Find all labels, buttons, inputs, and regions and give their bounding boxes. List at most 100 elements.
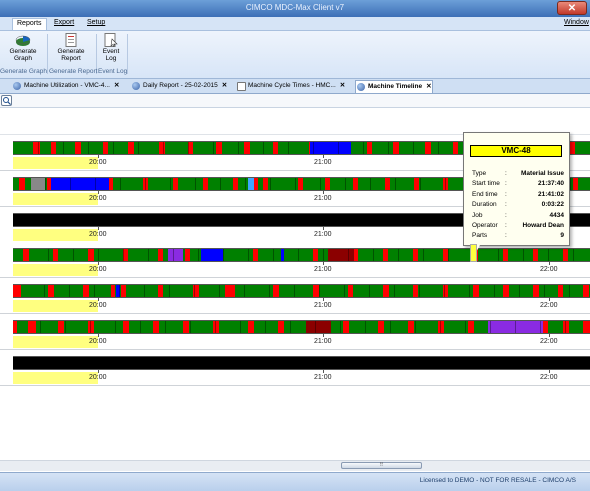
timeline-segment[interactable] [414, 177, 419, 190]
timeline-bar[interactable] [13, 248, 590, 263]
timeline-segment[interactable] [438, 321, 444, 333]
close-tab-icon[interactable]: ✕ [426, 83, 431, 90]
timeline-segment[interactable] [503, 249, 508, 262]
timeline-bar[interactable] [13, 355, 590, 370]
timeline-segment[interactable] [343, 321, 349, 333]
timeline-segment[interactable] [248, 321, 254, 333]
timeline-segment[interactable] [159, 142, 165, 154]
close-tab-icon[interactable]: ✕ [222, 82, 227, 89]
timeline-segment[interactable] [244, 142, 250, 154]
timeline-segment[interactable] [273, 142, 278, 154]
timeline-segment[interactable] [13, 321, 17, 333]
timeline-segment[interactable] [468, 321, 474, 333]
timeline-segment[interactable] [328, 249, 354, 262]
timeline-segment[interactable] [51, 177, 109, 190]
timeline-segment[interactable] [563, 321, 569, 333]
close-tab-icon[interactable]: ✕ [340, 82, 345, 89]
timeline-segment[interactable] [278, 321, 284, 333]
timeline-segment[interactable] [393, 142, 399, 154]
timeline-segment[interactable] [103, 142, 108, 154]
tab-machine-cycle-times[interactable]: Machine Cycle Times - HMC... ✕ [236, 80, 354, 93]
timeline-segment[interactable] [158, 285, 163, 298]
timeline-segment[interactable] [313, 249, 318, 262]
timeline-segment[interactable] [123, 321, 129, 333]
timeline-segment[interactable] [225, 285, 235, 298]
timeline-segment[interactable] [88, 321, 94, 333]
generate-graph-button[interactable]: Generate Graph [1, 33, 45, 62]
timeline-segment[interactable] [121, 285, 126, 298]
timeline-segment[interactable] [354, 249, 358, 262]
timeline-segment[interactable] [233, 177, 238, 190]
timeline-segment[interactable] [383, 249, 388, 262]
timeline-segment[interactable] [128, 142, 134, 154]
timeline-segment[interactable] [325, 177, 330, 190]
timeline-segment[interactable] [503, 285, 509, 298]
timeline-segment[interactable] [203, 177, 208, 190]
timeline-segment[interactable] [425, 142, 431, 154]
timeline-segment[interactable] [413, 285, 418, 298]
timeline-segment[interactable] [263, 177, 268, 190]
timeline-segment[interactable] [109, 177, 113, 190]
timeline-segment[interactable] [558, 285, 563, 298]
timeline-segment[interactable] [28, 321, 36, 333]
timeline-segment[interactable] [310, 142, 351, 154]
timeline-segment[interactable] [533, 285, 539, 298]
timeline-segment[interactable] [583, 285, 589, 298]
timeline-segment[interactable] [348, 285, 353, 298]
timeline-segment[interactable] [201, 249, 223, 262]
timeline-bar[interactable] [13, 320, 590, 334]
timeline-segment[interactable] [254, 177, 258, 190]
timeline-segment[interactable] [216, 142, 222, 154]
timeline-segment[interactable] [543, 321, 548, 333]
timeline-segment[interactable] [111, 285, 115, 298]
close-tab-icon[interactable]: ✕ [114, 82, 119, 89]
close-window-button[interactable]: ✕ [557, 1, 587, 15]
timeline-segment[interactable] [83, 285, 89, 298]
menu-setup[interactable]: Setup [87, 19, 105, 26]
timeline-segment[interactable] [378, 321, 384, 333]
timeline-segment[interactable] [53, 249, 58, 262]
tab-machine-timeline[interactable]: Machine Timeline ✕ [355, 80, 433, 93]
timeline-segment[interactable] [51, 142, 56, 154]
timeline-segment[interactable] [563, 249, 568, 262]
menu-export[interactable]: Export [54, 19, 74, 26]
timeline-segment[interactable] [31, 177, 45, 190]
timeline-segment[interactable] [353, 177, 358, 190]
timeline-segment[interactable] [533, 249, 538, 262]
timeline-segment[interactable] [253, 249, 258, 262]
timeline-segment[interactable] [153, 321, 159, 333]
timeline-segment[interactable] [298, 177, 303, 190]
timeline-segment[interactable] [13, 285, 21, 298]
event-log-button[interactable]: Event Log [97, 33, 125, 62]
timeline-segment[interactable] [88, 249, 94, 262]
zoom-search-icon[interactable] [1, 95, 12, 106]
timeline-segment[interactable] [13, 356, 590, 369]
timeline-segment[interactable] [385, 177, 390, 190]
timeline-segment[interactable] [158, 249, 163, 262]
timeline-segment[interactable] [573, 177, 578, 190]
timeline-segment[interactable] [453, 142, 458, 154]
tab-machine-utilization[interactable]: Machine Utilization - VMC-4... ✕ [12, 80, 130, 93]
timeline-segment[interactable] [185, 249, 190, 262]
timeline-bar[interactable] [13, 284, 590, 299]
timeline-segment[interactable] [58, 321, 64, 333]
timeline-segment[interactable] [173, 177, 178, 190]
menu-reports[interactable]: Reports [12, 18, 47, 30]
timeline-segment[interactable] [306, 321, 331, 333]
generate-report-button[interactable]: Generate Report [49, 33, 93, 62]
timeline-segment[interactable] [183, 321, 189, 333]
horizontal-scrollbar[interactable]: ⠿ [0, 460, 590, 471]
menu-window[interactable]: Window [564, 19, 589, 26]
timeline-segment[interactable] [23, 249, 29, 262]
timeline-segment[interactable] [413, 249, 418, 262]
selected-event-marker[interactable] [470, 244, 477, 262]
timeline-segment[interactable] [473, 285, 479, 298]
timeline-segment[interactable] [75, 142, 81, 154]
timeline-segment[interactable] [273, 285, 279, 298]
timeline-segment[interactable] [213, 321, 219, 333]
timeline-segment[interactable] [168, 249, 183, 262]
scrollbar-thumb[interactable]: ⠿ [341, 462, 422, 469]
timeline-segment[interactable] [367, 142, 372, 154]
timeline-segment[interactable] [48, 285, 54, 298]
timeline-segment[interactable] [583, 321, 590, 333]
